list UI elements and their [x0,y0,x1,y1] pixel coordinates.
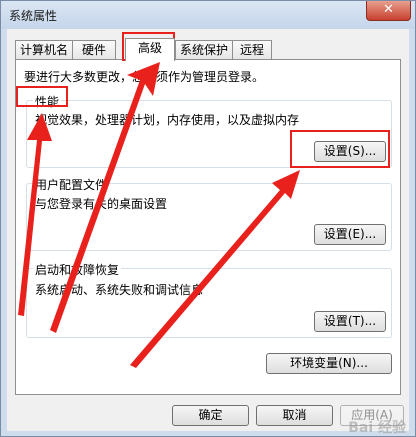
user-profiles-group: 用户配置文件 与您登录有关的桌面设置 设置(E)... [26,176,392,251]
user-profiles-title: 用户配置文件 [33,176,110,193]
close-button[interactable]: ✕ [366,1,411,21]
advanced-tab-panel: 要进行大多数更改，您必须作为管理员登录。 性能 视觉效果，处理器计划，内存使用，… [15,59,401,395]
startup-recovery-title: 启动和故障恢复 [33,261,122,278]
highlight-performance-settings [290,130,390,168]
close-icon: ✕ [383,2,394,17]
window-title: 系统属性 [9,9,58,23]
ok-button[interactable]: 确定 [172,405,249,426]
environment-variables-button[interactable]: 环境变量(N)... [266,353,392,374]
tab-remote[interactable]: 远程 [232,40,272,59]
startup-recovery-group: 启动和故障恢复 系统启动、系统失败和调试信息 设置(T)... [26,261,392,338]
user-profiles-desc: 与您登录有关的桌面设置 [35,197,168,211]
tab-hardware[interactable]: 硬件 [72,40,116,59]
tab-computer-name[interactable]: 计算机名 [15,40,73,59]
tab-system-protection[interactable]: 系统保护 [175,40,233,59]
tab-advanced[interactable]: 高级 [125,38,175,61]
highlight-performance-title [16,86,68,107]
title-bar[interactable]: 系统属性 ✕ [1,1,415,29]
startup-recovery-desc: 系统启动、系统失败和调试信息 [35,283,204,297]
performance-desc: 视觉效果，处理器计划，内存使用，以及虚拟内存 [35,113,300,127]
startup-recovery-settings-button[interactable]: 设置(T)... [314,311,386,332]
watermark: Bai 经验 [348,420,406,436]
user-profiles-settings-button[interactable]: 设置(E)... [314,224,386,245]
cancel-button[interactable]: 取消 [256,405,333,426]
system-properties-window: 系统属性 ✕ 计算机名 硬件 高级 系统保护 远程 要进行大多数更改，您必须作为… [0,0,416,437]
admin-note: 要进行大多数更改，您必须作为管理员登录。 [24,70,265,84]
